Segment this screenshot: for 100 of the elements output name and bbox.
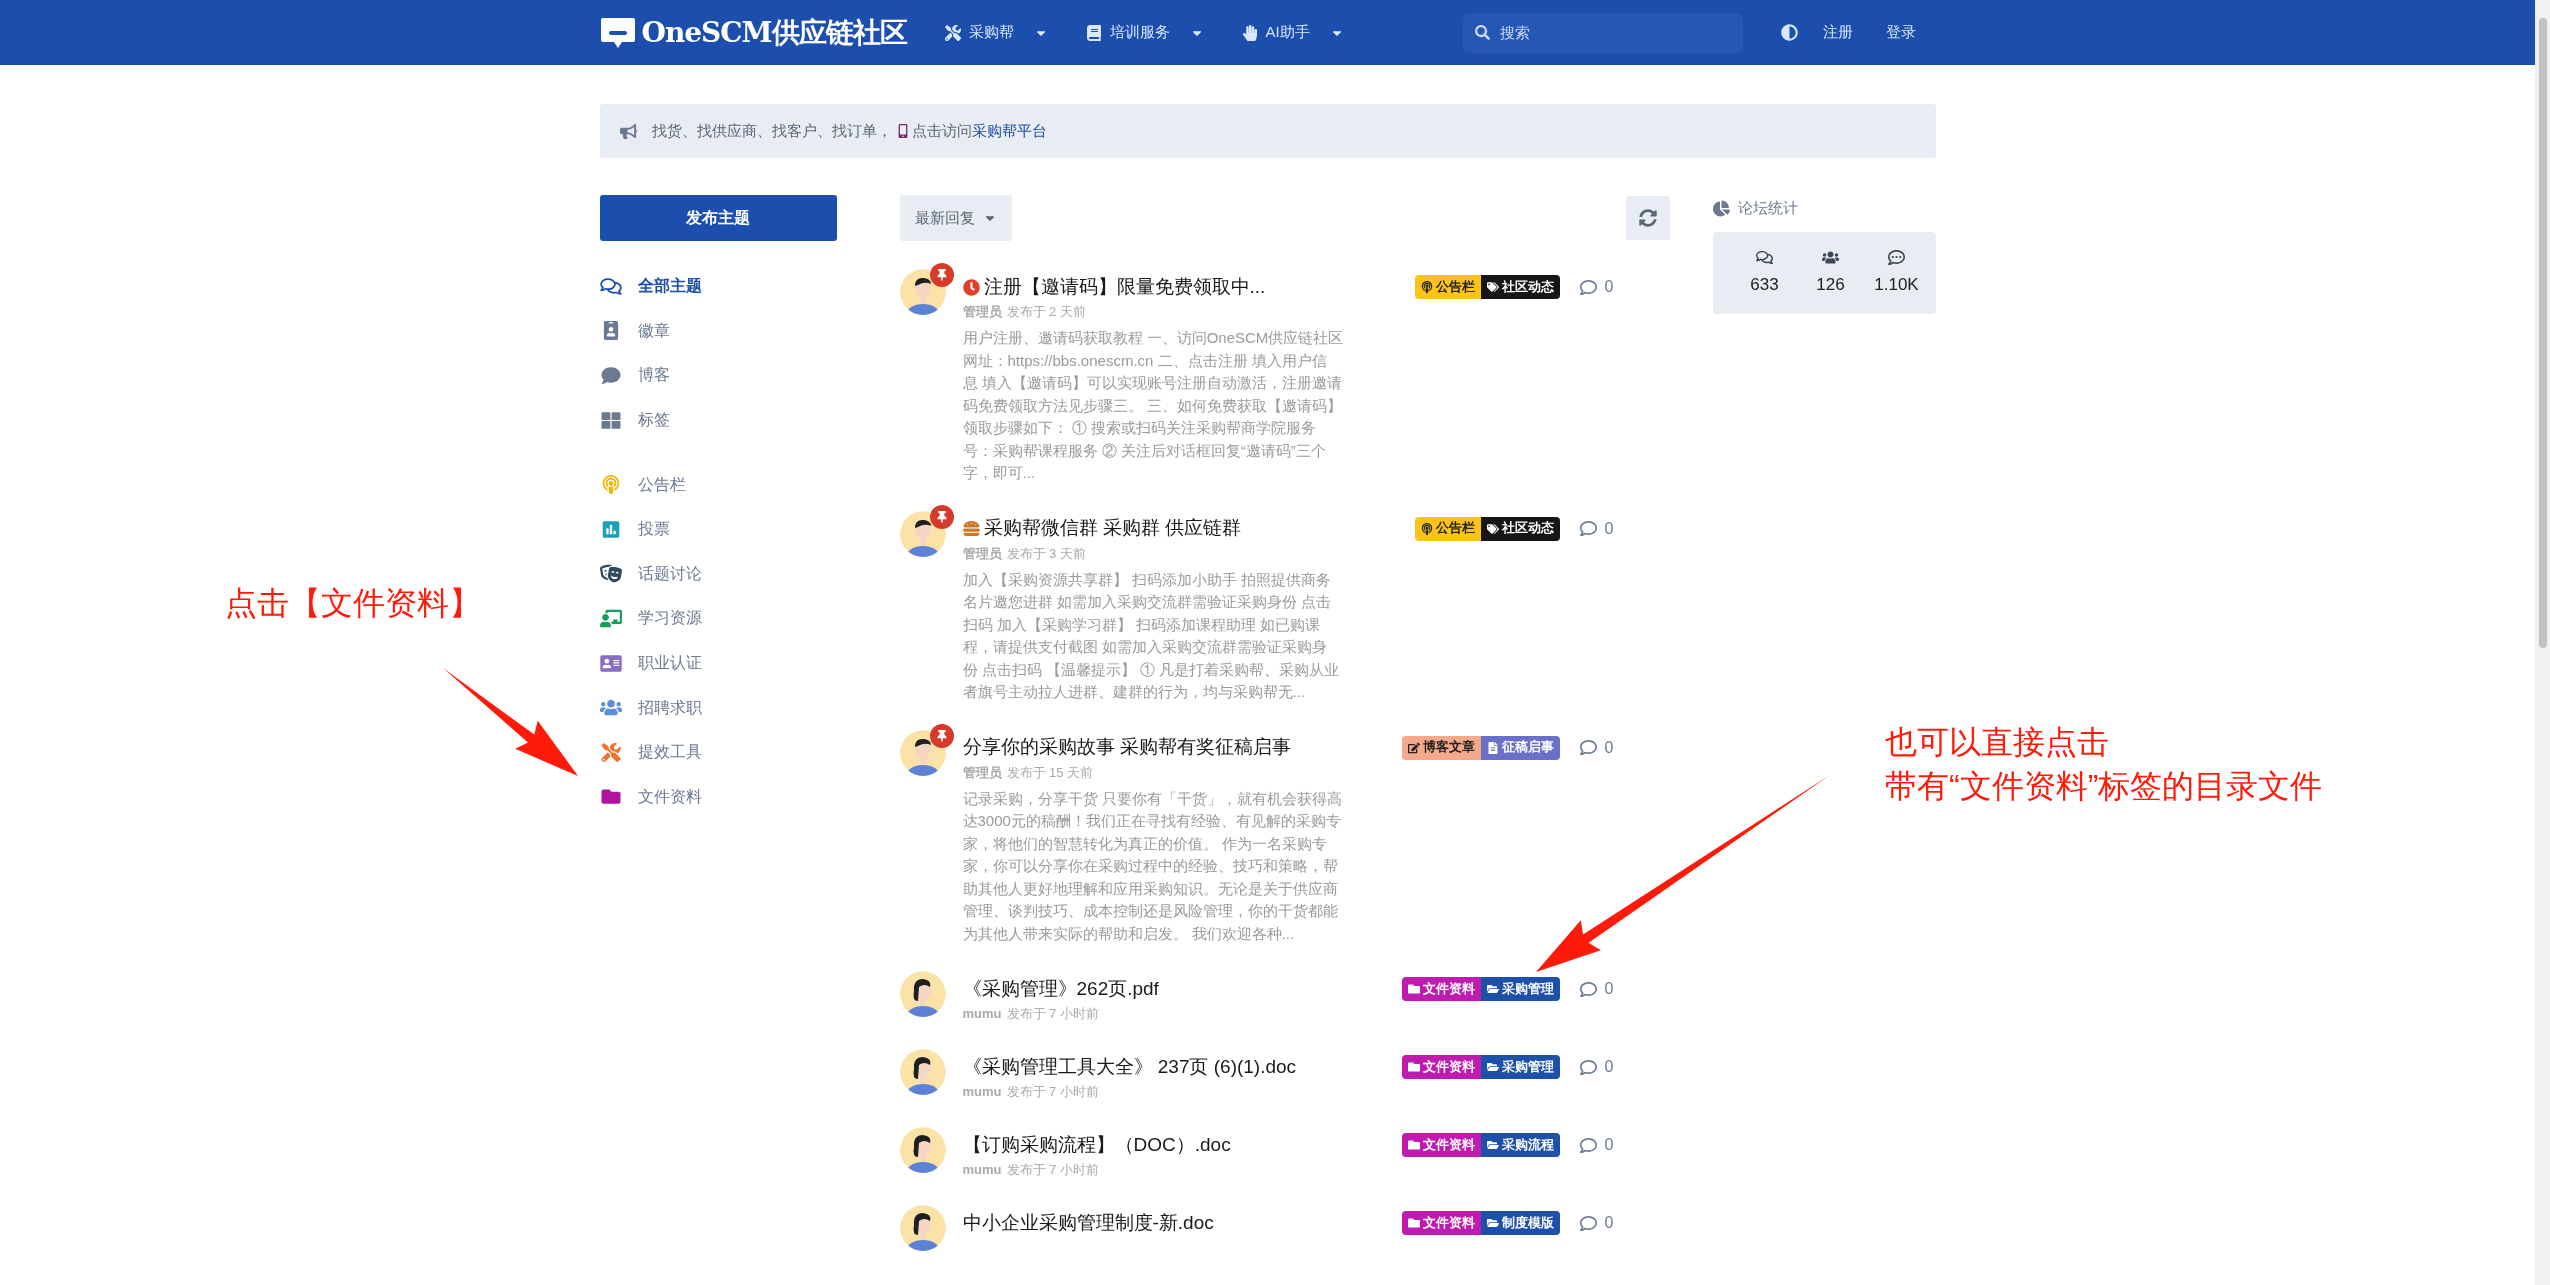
post-time: 发布于 3 天前 bbox=[1006, 544, 1086, 563]
tag-label[interactable]: 采购流程 bbox=[1480, 1133, 1560, 1157]
tag-label[interactable]: 公告栏 bbox=[1414, 275, 1481, 299]
tag-label[interactable]: 采购管理 bbox=[1480, 977, 1560, 1001]
id-card-icon bbox=[599, 653, 622, 673]
sidebar-item[interactable]: 话题讨论 bbox=[599, 551, 702, 597]
grid-icon bbox=[599, 410, 622, 430]
sidebar-item[interactable]: 职业认证 bbox=[599, 640, 702, 686]
search-icon bbox=[1474, 24, 1490, 40]
post-excerpt: 记录采购，分享干货 只要你有「干货」，就有机会获得高达3000元的稿酬！我们正在寻找有经验、有见解的采购专家，将他们的智慧转化为真正的价值。 作为一名采购专家，你可以分享你在采购过程中的经验、技巧和策略，帮助其他人更好地理解和应用采购知识。无论是关于供应商管理、谈判技巧、成本控制还是风险管理，你的干货都能为其他人带来实际的帮助和启发。 我们欢迎各种... bbox=[962, 788, 1343, 944]
post-time: 发布于 7 小时前 bbox=[1006, 1005, 1099, 1024]
tag-label[interactable]: 文件资料 bbox=[1401, 977, 1481, 1001]
post-time: 发布于 7 小时前 bbox=[1006, 1083, 1099, 1102]
tag-label[interactable]: 文件资料 bbox=[1401, 1133, 1481, 1157]
nav-menu[interactable]: 培训服务 bbox=[1085, 21, 1204, 44]
sidebar-item[interactable]: 全部主题 bbox=[599, 264, 702, 309]
logo-icon bbox=[599, 16, 636, 49]
post-time: 发布于 7 小时前 bbox=[1006, 1161, 1099, 1180]
annotation-text: 点击【文件资料】 bbox=[225, 584, 481, 623]
folder-icon bbox=[1407, 1061, 1420, 1073]
folder-icon bbox=[1407, 1139, 1420, 1151]
notice-text: 找货、找供应商、找客户、找订单， bbox=[651, 120, 892, 141]
sidebar-item[interactable]: 博客 bbox=[599, 353, 670, 398]
sidebar-item[interactable]: 文件资料 bbox=[599, 774, 702, 820]
tag-icon bbox=[1486, 522, 1499, 535]
tag-label[interactable]: 征稿启事 bbox=[1480, 735, 1560, 760]
annotation-text: 也可以直接点击 带有“文件资料”标签的目录文件 bbox=[1885, 723, 2323, 806]
platform-link[interactable]: 采购帮平台 bbox=[971, 119, 1047, 143]
avatar bbox=[899, 1127, 946, 1173]
burger-icon bbox=[962, 520, 980, 537]
header-link[interactable]: 登录 bbox=[1885, 21, 1916, 44]
comments-icon bbox=[599, 276, 622, 296]
folder-icon bbox=[599, 787, 622, 807]
comment-icon bbox=[1579, 1058, 1597, 1076]
post-title[interactable]: 《采购管理工具大全》 237页 (6)(1).doc bbox=[962, 1052, 1297, 1082]
comment-count: 0 bbox=[1604, 277, 1614, 297]
alarm-clock-icon bbox=[962, 278, 980, 296]
avatar bbox=[899, 1049, 946, 1095]
tag-label[interactable]: 采购管理 bbox=[1480, 1055, 1560, 1079]
sort-dropdown[interactable]: 最新回复 bbox=[899, 195, 1012, 241]
post-time: 发布于 15 天前 bbox=[1006, 763, 1094, 782]
tools-icon bbox=[599, 742, 622, 762]
podcast-icon bbox=[1420, 522, 1433, 535]
refresh-button[interactable] bbox=[1625, 196, 1670, 240]
nav-menu[interactable]: AI助手 bbox=[1241, 21, 1344, 44]
tag-icon bbox=[1486, 281, 1499, 293]
tag-label[interactable]: 制度模版 bbox=[1480, 1211, 1560, 1235]
edit-icon bbox=[1407, 741, 1420, 754]
sidebar-item[interactable]: 投票 bbox=[599, 506, 670, 552]
tag-label[interactable]: 社区动态 bbox=[1480, 516, 1560, 541]
hand-icon bbox=[1241, 24, 1258, 41]
post-title[interactable]: 分享你的采购故事 采购帮有奖征稿启事 bbox=[962, 733, 1291, 762]
open-folder-icon bbox=[1486, 1061, 1499, 1073]
tag-label[interactable]: 文件资料 bbox=[1401, 1055, 1481, 1079]
post-title[interactable]: 注册【邀请码】限量免费领取中... bbox=[983, 272, 1266, 302]
sidebar-item[interactable]: 标签 bbox=[599, 397, 670, 443]
tag-label[interactable]: 博客文章 bbox=[1401, 735, 1481, 760]
new-topic-button[interactable]: 发布主题 bbox=[599, 195, 837, 241]
tag-label[interactable]: 公告栏 bbox=[1414, 516, 1481, 541]
open-folder-icon bbox=[1486, 1139, 1499, 1151]
tag-label[interactable]: 文件资料 bbox=[1401, 1211, 1481, 1235]
stats-title: 论坛统计 bbox=[1737, 197, 1798, 218]
sidebar-item[interactable]: 公告栏 bbox=[599, 462, 686, 507]
stat-value: 633 bbox=[1750, 273, 1779, 296]
chat-icon bbox=[1888, 248, 1905, 266]
pin-icon bbox=[935, 269, 948, 281]
avatar bbox=[899, 971, 946, 1017]
comment-icon bbox=[1579, 739, 1597, 756]
comments-icon bbox=[1756, 248, 1773, 266]
notice-text: 点击访问 bbox=[911, 120, 972, 141]
masks-icon bbox=[599, 564, 622, 584]
comment-count: 0 bbox=[1604, 737, 1614, 758]
post-title[interactable]: 《采购管理》262页.pdf bbox=[962, 974, 1159, 1004]
teacher-icon bbox=[599, 608, 622, 628]
sidebar-item[interactable]: 徽章 bbox=[599, 308, 670, 354]
sidebar-item[interactable]: 提效工具 bbox=[599, 729, 702, 775]
pie-chart-icon bbox=[1712, 199, 1730, 217]
theme-toggle-icon[interactable] bbox=[1780, 24, 1798, 41]
post-title[interactable]: 采购帮微信群 采购群 供应链群 bbox=[983, 514, 1242, 543]
post-title[interactable]: 【订购采购流程】（DOC）.doc bbox=[962, 1130, 1231, 1160]
pin-icon bbox=[935, 510, 948, 523]
megaphone-icon bbox=[619, 122, 637, 140]
post-title[interactable]: 中小企业采购管理制度-新.doc bbox=[962, 1208, 1214, 1238]
site-logo[interactable]: OneSCM供应链社区 bbox=[641, 11, 907, 54]
comment-icon bbox=[1579, 980, 1597, 998]
header-link[interactable]: 注册 bbox=[1822, 21, 1853, 44]
tag-label[interactable]: 社区动态 bbox=[1480, 275, 1560, 299]
scrollbar[interactable] bbox=[2535, 0, 2550, 1285]
comment-count: 0 bbox=[1604, 1135, 1614, 1155]
search-field[interactable]: 搜索 bbox=[1462, 12, 1743, 53]
nav-menu[interactable]: 采购帮 bbox=[944, 21, 1048, 44]
scrollbar-thumb[interactable] bbox=[2538, 18, 2547, 648]
avatar bbox=[899, 1205, 946, 1251]
stat-value: 1.10K bbox=[1874, 273, 1919, 296]
comment-count: 0 bbox=[1604, 979, 1614, 999]
sidebar-item[interactable]: 学习资源 bbox=[599, 596, 702, 641]
open-folder-icon bbox=[1486, 1217, 1499, 1229]
users-icon bbox=[599, 698, 622, 718]
sidebar-item[interactable]: 招聘求职 bbox=[599, 685, 702, 730]
book-icon bbox=[1085, 24, 1102, 41]
